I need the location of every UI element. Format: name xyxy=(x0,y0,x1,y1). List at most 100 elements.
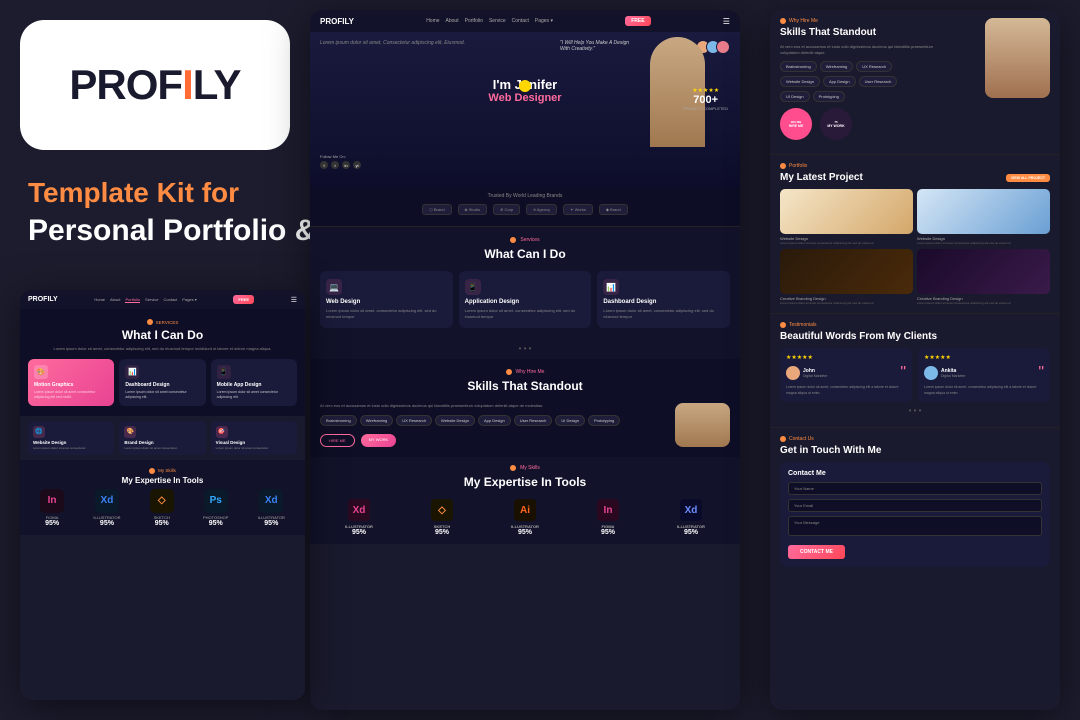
cp-skills-person xyxy=(675,403,730,447)
cp-hero-stat: ★★★★★ 700+ PROJECT COMPLETED xyxy=(683,87,728,111)
social-tw: t xyxy=(331,161,339,169)
test-text-2: Lorem ipsum dolor sit amet, consectetur … xyxy=(924,385,1044,396)
my-work-btn[interactable]: MY WORK xyxy=(361,434,396,447)
lbp-cards-grid: 🎨 Motion Graphics Lorem ipsum dolor sit … xyxy=(28,359,297,406)
lbp-card-desc-3: Lorem ipsum dolor sit amet consectetur a… xyxy=(217,390,291,400)
lbp-nav-links: Home About Portfolio Service Contact Pag… xyxy=(94,297,196,303)
cp-speech-bubble xyxy=(519,80,531,92)
lbp-services-desc: Lorem ipsum dolor sit amet, consectetur … xyxy=(28,346,297,351)
rp-circle-work[interactable]: 75 MY WORK xyxy=(820,108,852,140)
rp-skills-desc: At vero eos et accusamus et iusto odio d… xyxy=(780,44,950,56)
rp-person-image xyxy=(985,18,1050,98)
cp-skills-inner: At vero eos et accusamus et iusto odio d… xyxy=(320,403,730,447)
cp-services-grid: 💻 Web Design Lorem ipsum dolor sit amet,… xyxy=(320,271,730,328)
rp-testimonials-title: Beautiful Words From My Clients xyxy=(780,331,1050,342)
lbp-tools-title: My Expertise In Tools xyxy=(28,476,297,485)
cp-tools-grid: Xd ILLUSTRATOR 95% ◇ SKETCH 95% Ai ILLUS… xyxy=(320,499,730,536)
lbp-tool-5: Xd ILLUSTRATOR 95% xyxy=(258,489,285,527)
test-role-2: Digital Marketer xyxy=(941,374,966,378)
rp-stat-circles: 360 MB HIRE ME 75 MY WORK xyxy=(780,108,1050,140)
lbp-tool-1: In FIGMA 95% xyxy=(40,489,64,527)
cp-tools-title: My Expertise In Tools xyxy=(320,475,730,489)
lbp-card-title-3: Mobile App Design xyxy=(217,382,291,388)
lbp-nav-logo: PROFILY xyxy=(28,296,58,303)
test-text-1: Lorem ipsum dolor sit amet, consectetur … xyxy=(786,385,906,396)
portfolio-item-1: Website Design Lorem ipsum dolor sit ame… xyxy=(780,189,913,245)
lbp-card-1: 🎨 Motion Graphics Lorem ipsum dolor sit … xyxy=(28,359,114,406)
tool-pct-5: 95% xyxy=(652,529,730,536)
social-ig: in xyxy=(342,161,350,169)
lbp-tool-icon-2: Xd xyxy=(95,489,119,513)
cp-social-icons: f t in yt xyxy=(320,161,361,169)
lbp-tool-icon-5: Xd xyxy=(259,489,283,513)
lbp-card-desc-1: Lorem ipsum dolor sit amet consectetur a… xyxy=(34,390,108,400)
cp-nav-links: Home About Portfolio Service Contact Pag… xyxy=(426,18,553,24)
lbp-tool-pct-4: 95% xyxy=(203,520,229,527)
lbp-mini-desc-2: Lorem ipsum dolor sit amet consectetur. xyxy=(124,446,200,450)
rp-view-all-btn[interactable]: VIEW ALL PROJECT xyxy=(1006,174,1050,182)
rp-testimonials-badge: Testimonials xyxy=(780,322,1050,328)
lbp-mini-title-1: Website Design xyxy=(33,440,109,445)
portfolio-img-2 xyxy=(917,189,1050,234)
testimonial-2: ★★★★★ Ankita Digital Marketer " Lorem ip… xyxy=(918,348,1050,402)
lbp-mini-card-3: 🎯 Visual Design Lorem ipsum dolor sit am… xyxy=(211,421,297,455)
test-avatar-2 xyxy=(924,366,938,380)
cp-skill-btns: HIRE ME MY WORK xyxy=(320,434,665,447)
portfolio-desc-3: Lorem ipsum dolor sit amet consectetur a… xyxy=(780,301,913,305)
cp-skills-desc: At vero eos et accusamus et iusto odio d… xyxy=(320,403,665,409)
service-desc-3: Lorem ipsum dolor sit amet, consectetur … xyxy=(603,308,724,320)
rp-name-input[interactable]: Your Name xyxy=(788,482,1042,495)
logo-card: PROFILY xyxy=(20,20,290,150)
rp-email-input[interactable]: Your Email xyxy=(788,499,1042,512)
tool-item-5: Xd ILLUSTRATOR 95% xyxy=(652,499,730,536)
hire-me-btn[interactable]: HIRE ME xyxy=(320,434,355,447)
rp-test-dots: • • • xyxy=(780,402,1050,419)
cp-skills-left: At vero eos et accusamus et iusto odio d… xyxy=(320,403,665,447)
service-card-3: 📊 Dashboard Design Lorem ipsum dolor sit… xyxy=(597,271,730,328)
cp-stat-label: PROJECT COMPLETED xyxy=(683,106,728,111)
rp-circle-hire[interactable]: 360 MB HIRE ME xyxy=(780,108,812,140)
lbp-tool-2: Xd ILLUSTRATOR 95% xyxy=(93,489,120,527)
cp-dots: • • • xyxy=(310,338,740,359)
service-card-2: 📱 Application Design Lorem ipsum dolor s… xyxy=(459,271,592,328)
center-preview: PROFILY Home About Portfolio Service Con… xyxy=(310,10,740,710)
tool-item-2: ◇ SKETCH 95% xyxy=(403,499,481,536)
lbp-nav-btn[interactable]: FREE xyxy=(233,295,254,304)
cp-hero: Lorem ipsum dolor sit amet, Consectetur … xyxy=(310,32,740,187)
cp-nav-btn[interactable]: FREE xyxy=(625,16,650,26)
portfolio-item-4: Creative Branding Design Lorem ipsum dol… xyxy=(917,249,1050,305)
rp-skills-section: Why Hire Me Skills That Standout At vero… xyxy=(770,10,1060,155)
rp-testimonials-grid: ★★★★★ John Digital Marketer " Lorem ipsu… xyxy=(780,348,1050,402)
lbp-tools-grid: In FIGMA 95% Xd ILLUSTRATOR 95% ◇ SKETCH… xyxy=(28,489,297,527)
test-quote-icon-2: " xyxy=(1038,365,1044,381)
rp-submit-btn[interactable]: CONTACT ME xyxy=(788,545,845,559)
lbp-mini-card-1: 🌐 Website Design Lorem ipsum dolor sit a… xyxy=(28,421,114,455)
lbp-tool-icon-1: In xyxy=(40,489,64,513)
lbp-tools: My Skills My Expertise In Tools In FIGMA… xyxy=(20,460,305,535)
service-icon-1: 💻 xyxy=(326,279,342,295)
service-title-2: Application Design xyxy=(465,299,586,305)
lbp-tool-pct-2: 95% xyxy=(93,520,120,527)
tool-icon-5: Xd xyxy=(680,499,702,521)
lbp-tools-badge: My Skills xyxy=(28,468,297,474)
cp-skill-badges: Brainstroming Wireframing UX Research We… xyxy=(320,415,665,426)
portfolio-desc-2: Lorem ipsum dolor sit amet consectetur a… xyxy=(917,241,1050,245)
cp-stars: ★★★★★ xyxy=(683,87,728,94)
mini-avatar-3 xyxy=(716,40,730,54)
rp-message-input[interactable]: Your Message xyxy=(788,516,1042,536)
service-desc-1: Lorem ipsum dolor sit amet, consectetur … xyxy=(326,308,447,320)
portfolio-desc-1: Lorem ipsum dolor sit amet consectetur a… xyxy=(780,241,913,245)
tool-pct-3: 95% xyxy=(486,529,564,536)
rp-contact-title: Get in Touch With Me xyxy=(780,445,1050,456)
portfolio-item-3: Creative Branding Design Lorem ipsum dol… xyxy=(780,249,913,305)
rp-form-title: Contact Me xyxy=(788,470,1042,477)
lbp-mini-desc-1: Lorem ipsum dolor sit amet consectetur. xyxy=(33,446,109,450)
cp-services: Services What Can I Do 💻 Web Design Lore… xyxy=(310,227,740,338)
lbp-mini-icon-2: 🎨 xyxy=(124,426,136,438)
cp-small-avatars xyxy=(700,40,730,54)
lbp-card-icon-2: 📊 xyxy=(125,365,139,379)
lbp-card-icon-1: 🎨 xyxy=(34,365,48,379)
test-quote-icon-1: " xyxy=(900,365,906,381)
test-avatar-1 xyxy=(786,366,800,380)
test-stars-2: ★★★★★ xyxy=(924,354,1044,361)
